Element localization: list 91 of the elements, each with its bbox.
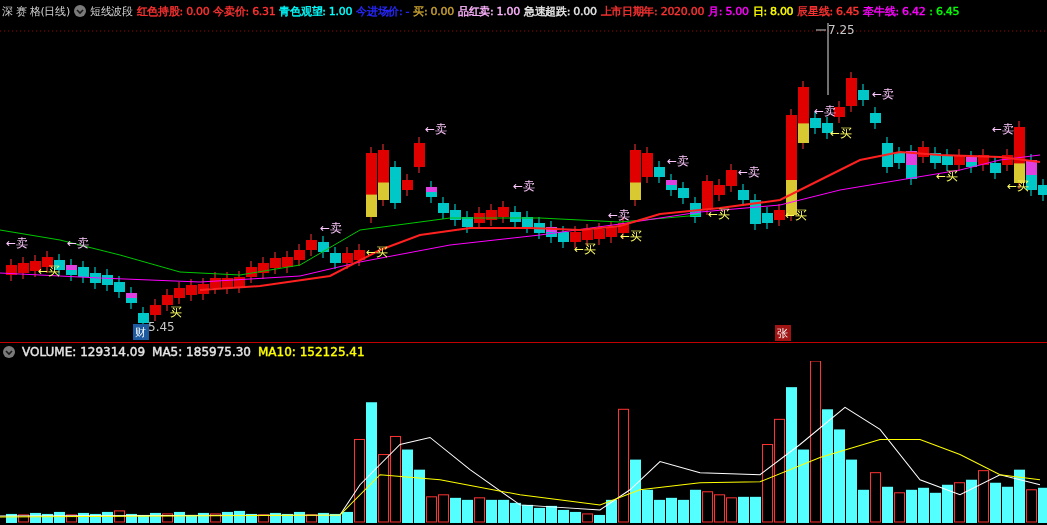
sell-signal-label: ←卖 (608, 208, 631, 222)
sell-signal-label: ←卖 (992, 122, 1015, 136)
sell-signal-label: ←卖 (872, 87, 895, 101)
candlestick (930, 146, 941, 170)
event-badge: 财 (133, 324, 149, 340)
candlestick (678, 181, 689, 205)
volume-value: MA5: 185975.30 (152, 345, 251, 359)
price-label: 7.25 (815, 23, 855, 37)
volume-value: VOLUME: 129314.09 (22, 345, 146, 359)
candlestick (18, 256, 29, 280)
candlestick (522, 210, 533, 234)
buy-signal-label: ←买 (936, 169, 959, 183)
candlestick (198, 277, 209, 301)
candlestick (534, 216, 545, 240)
indicator-value: 品红卖: 1.00 (457, 3, 520, 19)
indicator-name[interactable]: 短线波段 (89, 3, 133, 19)
indicator-value: 今卖价: 6.31 (213, 3, 276, 19)
indicator-value: 辰星线: 6.45 (797, 3, 860, 19)
indicator-value: 青色观望: 1.00 (279, 3, 353, 19)
sell-signal-label: ←卖 (320, 221, 343, 235)
chevron-down-icon[interactable] (73, 5, 86, 17)
indicator-value: 急速超跌: 0.00 (523, 3, 597, 19)
candlestick (282, 250, 293, 274)
sell-signal-label: ←卖 (425, 122, 448, 136)
candlestick (570, 225, 581, 249)
candlestick (330, 246, 341, 270)
buy-signal-label: ←买 (574, 242, 597, 256)
buy-signal-label: ←买 (708, 207, 731, 221)
event-badge: 张 (775, 325, 791, 341)
candlestick (126, 286, 137, 310)
candlestick (486, 203, 497, 227)
candlestick (6, 258, 17, 282)
sell-signal-label: ←卖 (6, 236, 29, 250)
candlestick (558, 225, 569, 249)
candlestick (954, 148, 965, 172)
candlestick (606, 220, 617, 244)
indicator-value: 买: 0.00 (413, 3, 454, 19)
candlestick (114, 275, 125, 299)
indicator-value: 上市日期年: 2020.00 (600, 3, 705, 19)
candlestick (222, 271, 233, 295)
candlestick (210, 271, 221, 295)
candlestick (270, 251, 281, 275)
indicator-value: 牵牛线: 6.42 (863, 3, 926, 19)
candlestick (102, 268, 113, 292)
candlestick (870, 106, 881, 130)
buy-signal-label: ←买 (830, 126, 853, 140)
candlestick (450, 203, 461, 227)
candlestick (594, 222, 605, 246)
buy-signal-label: ←买 (38, 264, 61, 278)
indicator-value: 日: 8.00 (752, 3, 794, 19)
candlestick (246, 260, 257, 284)
candlestick (426, 180, 437, 204)
candlestick (78, 260, 89, 284)
candlestick (306, 233, 317, 257)
candlestick (186, 278, 197, 302)
candlestick (726, 163, 737, 193)
candlestick (66, 258, 77, 282)
candlestick (990, 156, 1001, 180)
candlestick (294, 243, 305, 267)
candlestick (510, 205, 521, 229)
candlestick (318, 235, 329, 259)
candlestick (438, 196, 449, 220)
candlestick (258, 256, 269, 280)
candlestick (234, 270, 245, 294)
sell-signal-label: ←卖 (513, 179, 536, 193)
candlestick (174, 281, 185, 305)
candlestick (378, 143, 389, 207)
indicator-value: 今进场价: - (356, 3, 410, 19)
candlestick (942, 148, 953, 172)
candlestick (978, 148, 989, 172)
candlestick (150, 298, 161, 322)
candlestick (90, 266, 101, 290)
indicator-value: 月: 5.00 (708, 3, 749, 19)
candlestick (342, 246, 353, 270)
candlestick (666, 173, 677, 197)
candlestick (966, 150, 977, 174)
candlestick (498, 200, 509, 224)
indicator-value: 红色持股: 0.00 (136, 3, 210, 19)
buy-signal-label: 买 (170, 305, 182, 319)
candlestick (354, 243, 365, 267)
candlestick (474, 206, 485, 230)
buy-signal-label: ←买 (620, 229, 643, 243)
candlestick (462, 210, 473, 234)
sell-signal-label: ←卖 (738, 165, 761, 179)
sell-signal-label: ←卖 (67, 236, 90, 250)
chevron-down-icon[interactable] (3, 346, 15, 358)
candlestick (546, 220, 557, 244)
indicator-value: : 6.45 (929, 4, 960, 18)
sell-signal-label: ←卖 (667, 154, 690, 168)
stock-title: 深 赛 格(日线) (2, 3, 70, 19)
volume-value: MA10: 152125.41 (258, 345, 365, 359)
